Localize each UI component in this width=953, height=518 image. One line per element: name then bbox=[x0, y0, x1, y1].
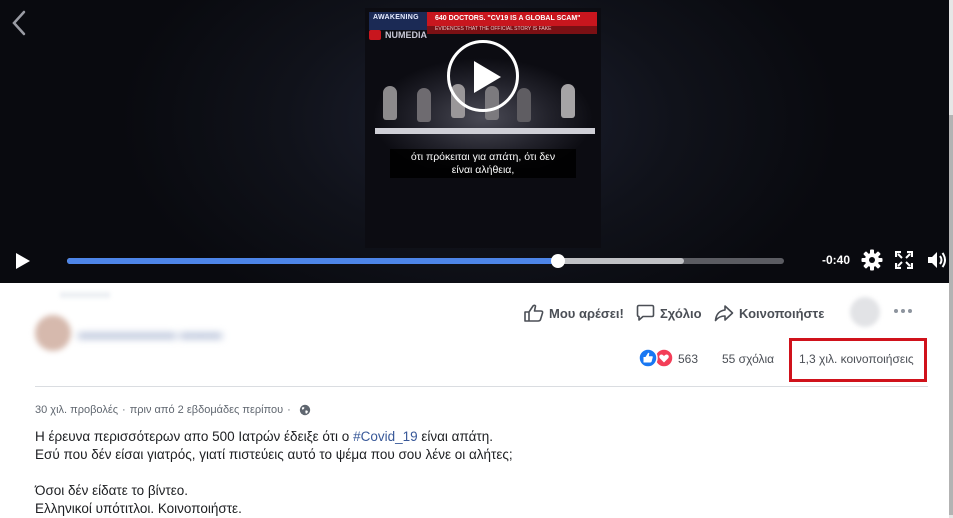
panelist bbox=[383, 86, 397, 120]
volume-icon bbox=[928, 252, 946, 268]
meta-separator: · bbox=[287, 404, 291, 416]
reaction-icons[interactable] bbox=[638, 348, 674, 368]
divider bbox=[35, 386, 928, 387]
scrollbar-thumb[interactable] bbox=[949, 115, 953, 515]
chevron-left-icon bbox=[12, 10, 26, 36]
control-play-button[interactable] bbox=[12, 251, 32, 271]
author-name-blurred[interactable]: ▬▬▬▬▬▬▬ ▬▬▬ bbox=[78, 320, 230, 346]
more-dot-icon bbox=[908, 309, 912, 313]
play-icon bbox=[16, 253, 30, 269]
panel-table bbox=[375, 128, 595, 134]
comment-label: Σχόλιο bbox=[660, 305, 702, 321]
banner-sub: EVIDENCES THAT THE OFFICIAL STORY IS FAK… bbox=[435, 26, 552, 32]
post-line-3: Όσοι δέν είδατε το βίντεο. bbox=[35, 483, 189, 498]
post-meta: 30 χιλ. προβολές · πριν από 2 εβδομάδες … bbox=[35, 404, 311, 416]
thumbs-up-icon bbox=[524, 304, 544, 322]
more-dot-icon bbox=[901, 309, 905, 313]
post-time[interactable]: πριν από 2 εβδομάδες περίπου bbox=[130, 404, 283, 416]
progress-scrubber[interactable] bbox=[551, 254, 565, 268]
gear-icon bbox=[861, 249, 883, 271]
panelist bbox=[517, 88, 531, 122]
post-body: Η έρευνα περισσότερων απο 500 Ιατρών έδε… bbox=[35, 428, 915, 518]
subtitle-line-2: είναι αλήθεια, bbox=[451, 164, 515, 176]
more-options-button[interactable] bbox=[892, 303, 914, 319]
share-label: Κοινοποιήστε bbox=[739, 305, 825, 321]
post-line-4: Ελληνικοί υπότιτλοι. Κοινοποιήστε. bbox=[35, 501, 242, 516]
meta-separator: · bbox=[122, 404, 126, 416]
subtitle-line-1: ότι πρόκειται για απάτη, ότι δεν bbox=[410, 151, 556, 163]
post-view: AWAKENING 640 DOCTORS. "CV19 IS A GLOBAL… bbox=[0, 0, 953, 518]
play-icon bbox=[474, 61, 501, 93]
progress-bar[interactable] bbox=[67, 254, 784, 268]
post-line-1: Η έρευνα περισσότερων απο 500 Ιατρών έδε… bbox=[35, 428, 915, 446]
hashtag-link[interactable]: #Covid_19 bbox=[353, 429, 418, 444]
share-arrow-icon bbox=[714, 305, 734, 322]
panelist bbox=[417, 88, 431, 122]
post-line-2: Εσύ που δέν είσαι γιατρός, γιατί πιστεύε… bbox=[35, 447, 513, 462]
views-count: 30 χιλ. προβολές bbox=[35, 404, 119, 416]
back-button[interactable] bbox=[10, 10, 28, 36]
comment-icon bbox=[636, 304, 655, 321]
progress-played bbox=[67, 258, 558, 264]
numedia-logo-text: NUMEDIA bbox=[385, 30, 427, 40]
fullscreen-button[interactable] bbox=[894, 250, 914, 270]
banner-headline: 640 DOCTORS. "CV19 IS A GLOBAL SCAM" bbox=[435, 15, 581, 22]
shares-count[interactable]: 1,3 χιλ. κοινοποιήσεις bbox=[799, 352, 914, 366]
panelist bbox=[561, 84, 575, 118]
more-dot-icon bbox=[894, 309, 898, 313]
reactions-count[interactable]: 563 bbox=[678, 352, 698, 366]
post-line-1-end: είναι απάτη. bbox=[417, 429, 494, 444]
comments-count[interactable]: 55 σχόλια bbox=[722, 352, 774, 366]
time-remaining: -0:40 bbox=[822, 253, 851, 267]
big-play-button[interactable] bbox=[447, 40, 519, 112]
like-label: Μου αρέσει! bbox=[549, 305, 624, 321]
post-line-1-start: Η έρευνα περισσότερων απο 500 Ιατρών έδε… bbox=[35, 429, 354, 444]
blurred-header-text bbox=[60, 292, 110, 298]
video-subtitle: ότι πρόκειται για απάτη, ότι δεν είναι α… bbox=[390, 149, 576, 178]
reactions-icon bbox=[638, 348, 674, 368]
video-player[interactable]: AWAKENING 640 DOCTORS. "CV19 IS A GLOBAL… bbox=[0, 0, 949, 283]
fullscreen-icon bbox=[894, 250, 914, 270]
author-avatar[interactable] bbox=[35, 315, 71, 351]
like-button[interactable]: Μου αρέσει! bbox=[524, 302, 624, 324]
comment-button[interactable]: Σχόλιο bbox=[636, 302, 702, 324]
banner-brand: AWAKENING bbox=[373, 14, 419, 21]
globe-icon bbox=[299, 404, 311, 416]
share-button[interactable]: Κοινοποιήστε bbox=[714, 302, 824, 324]
settings-button[interactable] bbox=[861, 249, 883, 271]
numedia-logo-icon bbox=[369, 30, 381, 40]
viewer-avatar[interactable] bbox=[850, 297, 880, 327]
volume-button[interactable] bbox=[926, 249, 948, 271]
